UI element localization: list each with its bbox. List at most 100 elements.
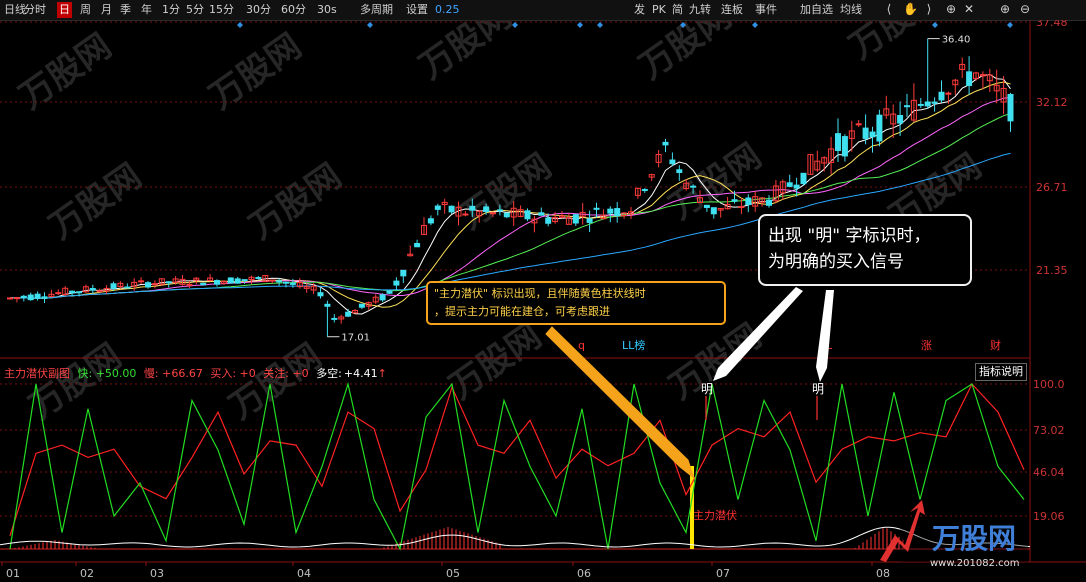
period-button-4[interactable]: 月 bbox=[99, 2, 114, 18]
latent-callout-line1: "主力潜伏" 标识出现，且伴随黄色柱状线时 bbox=[434, 287, 646, 300]
period-button-13[interactable]: 多周期 bbox=[358, 2, 395, 18]
candle-body bbox=[165, 281, 172, 284]
event-diamond bbox=[577, 22, 583, 28]
candle-body bbox=[69, 290, 76, 294]
candle-body bbox=[966, 71, 973, 87]
candle-body bbox=[345, 311, 352, 317]
period-button-1[interactable]: 分时 bbox=[22, 2, 48, 18]
period-button-3[interactable]: 周 bbox=[78, 2, 93, 18]
latent-signal-label: 主力潜伏 bbox=[693, 508, 737, 522]
price-axis-label-1: 32.12 bbox=[1036, 96, 1068, 109]
candle-body bbox=[89, 288, 96, 291]
candle-body bbox=[110, 283, 117, 289]
watermark-text: 万股网 bbox=[202, 26, 308, 117]
candle-body bbox=[358, 303, 365, 308]
candle-body bbox=[283, 281, 289, 284]
candle-body bbox=[766, 199, 772, 206]
period-button-2[interactable]: 日 bbox=[57, 2, 72, 18]
ming-signal-label-2: 明 bbox=[812, 382, 824, 396]
watermark-text: 万股网 bbox=[42, 156, 148, 247]
candle-body bbox=[496, 209, 503, 212]
tool-button-3[interactable]: 九转 bbox=[687, 2, 713, 18]
candle-body bbox=[862, 127, 869, 139]
tool-button-0[interactable]: 发 bbox=[632, 2, 647, 18]
period-button-14[interactable]: 设置 bbox=[404, 2, 430, 18]
tool-button-5[interactable]: 事件 bbox=[753, 2, 779, 18]
collapse-icon[interactable]: ⊖ bbox=[1018, 2, 1032, 16]
candle-body bbox=[490, 212, 496, 215]
hand-icon[interactable]: ✋ bbox=[903, 2, 918, 16]
candle-body bbox=[786, 182, 793, 187]
candle-body bbox=[227, 277, 234, 284]
back-icon[interactable]: ⟨ bbox=[882, 2, 896, 16]
fast-value: 快: +50.00 bbox=[77, 367, 137, 380]
high-marker-label: 36.40 bbox=[942, 35, 971, 46]
candle-body bbox=[676, 169, 683, 173]
candle-body bbox=[593, 207, 600, 210]
watermark-text: 万股网 bbox=[12, 26, 118, 117]
period-button-6[interactable]: 年 bbox=[139, 2, 154, 18]
watermark-text: 万股网 bbox=[662, 316, 768, 407]
zoom-plus-icon[interactable]: ⊕ bbox=[998, 2, 1012, 16]
candle-body bbox=[800, 172, 807, 185]
brand-logo-text: 万股网 bbox=[932, 522, 1016, 555]
candle-body bbox=[897, 115, 904, 124]
price-axis-label-2: 26.71 bbox=[1036, 181, 1068, 194]
candle-body bbox=[917, 103, 924, 106]
candle-body bbox=[731, 199, 738, 202]
candle-body bbox=[469, 205, 476, 211]
zoom-in-icon[interactable]: ⊕ bbox=[944, 2, 958, 16]
watermark-text: 万股网 bbox=[412, 20, 518, 87]
candle-body bbox=[427, 218, 434, 224]
tool-button-7[interactable]: 均线 bbox=[838, 2, 864, 18]
candle-body bbox=[1007, 93, 1014, 122]
period-button-7[interactable]: 1分 bbox=[160, 2, 182, 18]
event-diamond bbox=[237, 22, 243, 28]
tool-button-2[interactable]: 简 bbox=[670, 2, 685, 18]
fast-line bbox=[9, 381, 1025, 551]
candle-body bbox=[835, 133, 841, 151]
indicator-header: 主力潜伏副图 快: +50.00 慢: +66.67 买入: +0 关注: +0… bbox=[4, 365, 391, 381]
candle-body bbox=[393, 280, 400, 286]
candle-body bbox=[876, 114, 883, 142]
indicator-help-button[interactable]: 指标说明 bbox=[975, 363, 1027, 381]
candle-body bbox=[938, 91, 945, 101]
candle-body bbox=[841, 136, 848, 157]
candle-body bbox=[945, 92, 952, 95]
price-axis-label-0: 37.48 bbox=[1036, 20, 1068, 29]
event-flag-0: q bbox=[578, 339, 585, 352]
candle-body bbox=[241, 279, 248, 282]
candle-body bbox=[710, 207, 717, 215]
period-button-12[interactable]: 30s bbox=[315, 2, 339, 18]
period-button-11[interactable]: 60分 bbox=[279, 2, 308, 18]
event-flag-3: 涨 bbox=[921, 339, 932, 352]
crosshair-icon[interactable]: ✕ bbox=[962, 2, 976, 16]
watch-value: 关注: +0 bbox=[263, 367, 309, 380]
candle-body bbox=[255, 276, 262, 279]
tool-button-1[interactable]: PK bbox=[650, 2, 668, 18]
candle-body bbox=[34, 293, 41, 299]
period-button-5[interactable]: 季 bbox=[118, 2, 133, 18]
ming-arrow-2 bbox=[816, 290, 834, 382]
tool-button-4[interactable]: 连板 bbox=[719, 2, 745, 18]
candle-body bbox=[855, 123, 862, 126]
candle-body bbox=[186, 283, 193, 286]
watermark-text: 万股网 bbox=[22, 336, 128, 427]
event-flag-1: LL榜 bbox=[622, 338, 645, 352]
candle-body bbox=[76, 291, 82, 294]
event-diamond bbox=[1007, 22, 1013, 28]
period-button-9[interactable]: 15分 bbox=[207, 2, 236, 18]
brand-logo-url: www.201082.com bbox=[930, 558, 1020, 569]
candle-body bbox=[324, 303, 331, 307]
watermark-text: 万股网 bbox=[842, 20, 948, 67]
x-axis-label-0: 01 bbox=[6, 567, 20, 580]
tool-button-6[interactable]: 加自选 bbox=[798, 2, 835, 18]
candle-body bbox=[41, 296, 48, 299]
forward-icon[interactable]: ⟩ bbox=[922, 2, 936, 16]
candle-body bbox=[793, 184, 800, 189]
candle-body bbox=[669, 159, 676, 165]
candle-body bbox=[124, 286, 131, 289]
period-button-8[interactable]: 5分 bbox=[184, 2, 206, 18]
period-button-10[interactable]: 30分 bbox=[244, 2, 273, 18]
candle-body bbox=[214, 280, 220, 285]
